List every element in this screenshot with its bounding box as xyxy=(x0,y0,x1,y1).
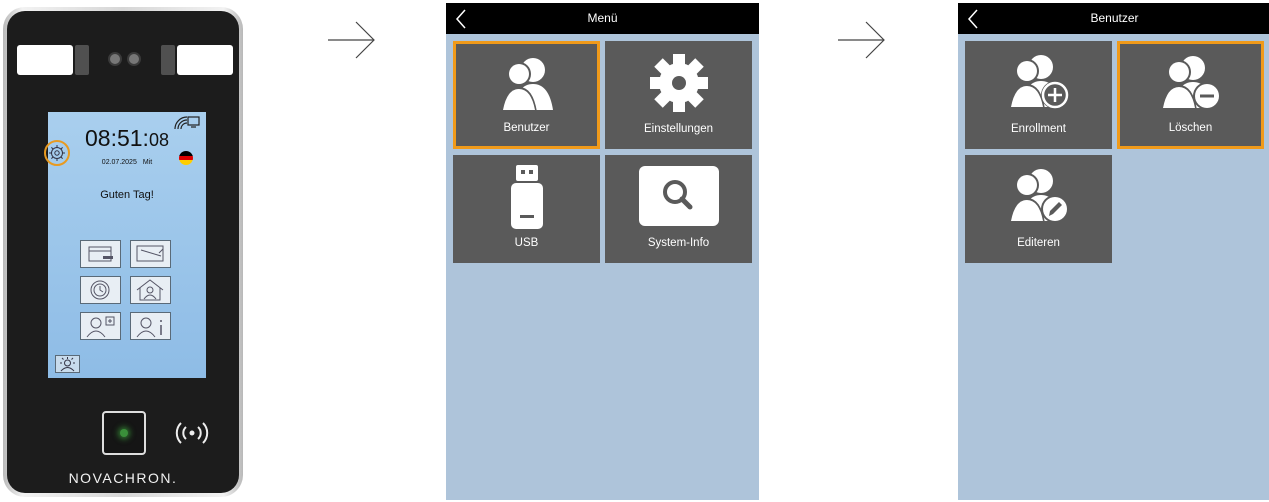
ir-sensor-right xyxy=(177,45,233,75)
user-info-icon xyxy=(136,317,162,338)
tile-label: Enrollment xyxy=(1011,123,1066,135)
camera-lens-left xyxy=(108,52,122,66)
home-user-button[interactable] xyxy=(130,276,171,304)
tile-loeschen[interactable]: Löschen xyxy=(1117,41,1264,149)
menu-screen: Menü Benutzer Einstellungen USB System-I… xyxy=(446,3,759,500)
arrow-right-icon xyxy=(838,21,885,59)
user-add-icon xyxy=(1008,55,1069,109)
fingerprint-sensor[interactable] xyxy=(102,411,146,455)
tile-label: Löschen xyxy=(1168,122,1213,134)
person-light-icon xyxy=(60,357,75,372)
device-clock: 08:51:08 xyxy=(85,125,169,151)
card-reader-icon xyxy=(88,246,113,262)
rfid-icon xyxy=(175,422,209,444)
device-display: 08:51:08 02.07.2025 Mit Guten Tag! xyxy=(44,112,206,378)
page-title: Benutzer xyxy=(1090,11,1139,25)
card-swipe-icon xyxy=(136,245,164,262)
menu-topbar: Menü xyxy=(446,3,759,34)
user-edit-icon xyxy=(1008,169,1069,223)
tile-einstellungen[interactable]: Einstellungen xyxy=(605,41,752,149)
user-remove-icon xyxy=(1160,56,1221,110)
user-screen: Benutzer Enrollment Löschen Editeren xyxy=(958,3,1269,500)
settings-highlight-circle[interactable] xyxy=(44,140,70,166)
greeting-text: Guten Tag! xyxy=(100,189,154,201)
magnifier-icon xyxy=(638,166,719,226)
device-front-panel: 08:51:08 02.07.2025 Mit Guten Tag! NOVAC… xyxy=(7,11,239,493)
tile-benutzer[interactable]: Benutzer xyxy=(453,41,600,149)
tile-system-info[interactable]: System-Info xyxy=(605,155,752,263)
tile-label: System-Info xyxy=(647,237,710,249)
time-log-button[interactable] xyxy=(80,276,121,304)
usb-stick-icon xyxy=(510,165,543,229)
brand-logo: NOVACHRON. xyxy=(68,470,178,486)
user-add-icon xyxy=(86,316,115,338)
tile-label: USB xyxy=(514,237,539,249)
tile-label: Einstellungen xyxy=(643,123,714,135)
tile-label: Benutzer xyxy=(503,122,550,134)
tile-label: Editeren xyxy=(1017,237,1060,249)
gear-icon[interactable] xyxy=(46,142,68,164)
sensor-led xyxy=(120,429,128,437)
brightness-button[interactable] xyxy=(55,355,80,373)
german-flag-icon[interactable] xyxy=(179,151,193,165)
arrow-right-icon xyxy=(328,21,375,59)
card-in-button[interactable] xyxy=(80,240,121,268)
page-title: Menü xyxy=(587,11,618,25)
card-swipe-button[interactable] xyxy=(130,240,171,268)
user-info-button[interactable] xyxy=(130,312,171,340)
gear-icon xyxy=(649,54,708,112)
tile-enrollment[interactable]: Enrollment xyxy=(965,41,1112,149)
sensor-bar-left xyxy=(75,45,89,75)
home-person-icon xyxy=(136,279,164,301)
clock-icon xyxy=(90,280,110,300)
time-terminal-device: 08:51:08 02.07.2025 Mit Guten Tag! NOVAC… xyxy=(3,7,243,497)
ir-sensor-left xyxy=(17,45,73,75)
camera-lens-right xyxy=(127,52,141,66)
sensor-bar-right xyxy=(161,45,175,75)
tile-usb[interactable]: USB xyxy=(453,155,600,263)
user-topbar: Benutzer xyxy=(958,3,1269,34)
users-icon xyxy=(500,58,553,112)
user-add-button[interactable] xyxy=(80,312,121,340)
tile-editeren[interactable]: Editeren xyxy=(965,155,1112,263)
